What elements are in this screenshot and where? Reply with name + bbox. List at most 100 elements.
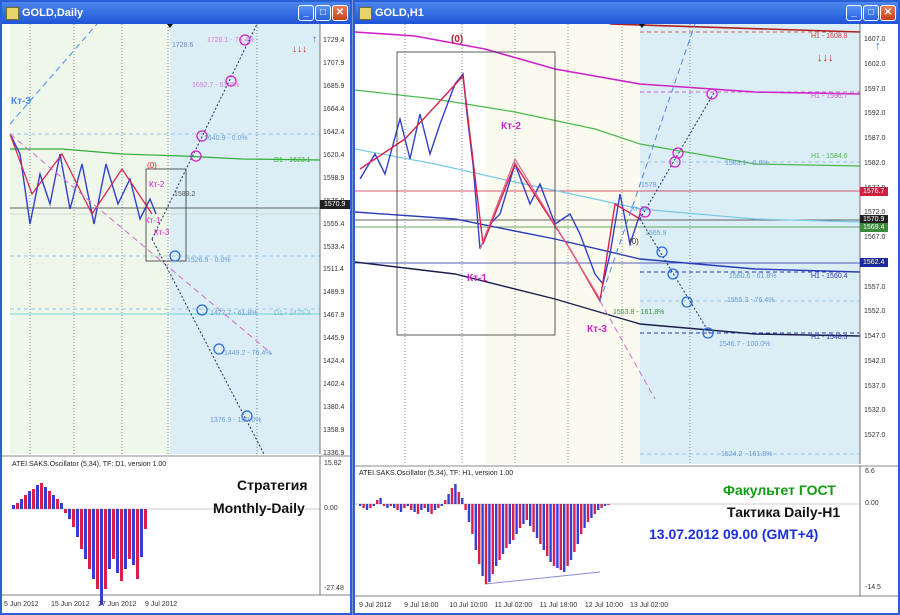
date-tick: 12 Jul 10:00 bbox=[584, 602, 623, 609]
left-titlebar[interactable]: GOLD,Daily _ □ ✕ bbox=[2, 2, 350, 24]
osc-bar bbox=[569, 504, 573, 560]
left-osc-tick-bot: -27.48 bbox=[324, 585, 344, 592]
left-level-1376: 1376.9 - 100.0% bbox=[210, 417, 262, 424]
maximize-button[interactable]: □ bbox=[315, 5, 331, 21]
osc-bar bbox=[566, 504, 569, 566]
osc-bar bbox=[559, 504, 562, 570]
osc-bar bbox=[372, 504, 375, 506]
left-osc-title: ATEI.SAKS.Oscillator (5,34), TF: D1, ver… bbox=[12, 461, 167, 468]
price-tick: 1567.0 bbox=[864, 234, 886, 241]
gold-h1-window[interactable]: GOLD,H1 _ □ ✕ 1607.0 1602.0 1597.0 1592.… bbox=[353, 0, 900, 615]
price-tick: 1555.4 bbox=[323, 220, 345, 228]
right-chart-area[interactable]: 1607.0 1602.0 1597.0 1592.0 1587.0 1582.0 1577… bbox=[355, 24, 898, 613]
osc-bar bbox=[457, 492, 460, 504]
osc-bar bbox=[607, 504, 610, 505]
minimize-button[interactable]: _ bbox=[298, 5, 314, 21]
osc-bar bbox=[365, 504, 369, 510]
osc-bar bbox=[100, 509, 103, 605]
date-tick: 9 Jul 2012 bbox=[359, 602, 392, 609]
osc-bar bbox=[464, 504, 467, 510]
osc-bar bbox=[597, 504, 600, 510]
price-tick: 1511.4 bbox=[323, 266, 344, 274]
left-wave-kt2: Кт-2 bbox=[149, 180, 165, 189]
right-osc-tick-top: 6.6 bbox=[865, 468, 875, 475]
strategy-title-line1: Стратегия bbox=[237, 477, 308, 493]
right-wave-kt1: Кт-1 bbox=[467, 273, 487, 284]
osc-bar bbox=[454, 484, 457, 504]
osc-bar bbox=[32, 489, 35, 509]
osc-bar bbox=[593, 504, 596, 514]
left-level-1726: 1726.1 - 76.4% bbox=[207, 37, 255, 44]
osc-bar bbox=[413, 504, 416, 512]
price-tick: 1598.9 bbox=[323, 174, 345, 182]
price-tick: 1592.0 bbox=[864, 110, 886, 118]
left-wave-kt3: Кт-3 bbox=[154, 228, 170, 237]
osc-bar bbox=[359, 504, 362, 506]
price-tick: 1542.0 bbox=[864, 357, 886, 365]
left-wave-kt1: Кт-1 bbox=[145, 216, 161, 225]
gold-daily-window[interactable]: GOLD,Daily _ □ ✕ 1729.4 1707.9 1685.9 16… bbox=[0, 0, 352, 615]
price-tick: 1467.9 bbox=[323, 312, 345, 320]
right-price-tag-3: 1569.4 bbox=[863, 224, 885, 231]
osc-bar bbox=[379, 498, 382, 504]
right-level-h1b: H1 - 1596.7 bbox=[811, 93, 848, 100]
right-level-h1e: H1 - 1548.3 bbox=[811, 334, 848, 341]
close-button[interactable]: ✕ bbox=[880, 5, 896, 21]
left-level-d1b: D1 - 1475.3 bbox=[274, 310, 311, 317]
osc-bar bbox=[423, 504, 426, 508]
osc-bar bbox=[108, 509, 111, 569]
osc-bar bbox=[362, 504, 365, 508]
chart-window-icon bbox=[359, 7, 372, 20]
osc-bar bbox=[552, 504, 556, 566]
osc-bar bbox=[525, 504, 528, 520]
osc-bar bbox=[393, 504, 396, 508]
left-level-1449: 1449.2 - 76.4% bbox=[224, 350, 272, 357]
right-level-1560: 1560.6 - 61.8% bbox=[729, 273, 777, 280]
left-level-1477: 1477.7 - 61.8% bbox=[210, 310, 258, 317]
caption-faculty: Факультет ГОСТ bbox=[723, 482, 836, 498]
osc-bar bbox=[467, 504, 471, 522]
osc-bar bbox=[60, 503, 63, 509]
osc-bar bbox=[427, 504, 430, 512]
date-tick: 27 Jun 2012 bbox=[98, 601, 137, 608]
price-tick: 1557.0 bbox=[864, 283, 886, 291]
right-level-1583: 1583.1 - 0.0% bbox=[725, 160, 769, 167]
osc-bar bbox=[136, 509, 139, 579]
price-tick: 1664.4 bbox=[323, 105, 345, 113]
osc-bar bbox=[573, 504, 576, 552]
osc-bar bbox=[20, 499, 23, 509]
osc-bar bbox=[549, 504, 552, 562]
price-tick: 1424.4 bbox=[323, 358, 345, 366]
osc-bar bbox=[92, 509, 95, 579]
osc-bar bbox=[140, 509, 143, 557]
maximize-button[interactable]: □ bbox=[863, 5, 879, 21]
price-tick: 1685.9 bbox=[323, 82, 345, 90]
price-tick: 1527.0 bbox=[864, 432, 886, 439]
osc-bar bbox=[518, 504, 522, 528]
right-level-1555: 1555.3 - 76.4% bbox=[727, 297, 775, 304]
osc-bar bbox=[532, 504, 535, 532]
osc-bar bbox=[481, 504, 484, 576]
caption-date: 13.07.2012 09.00 (GMT+4) bbox=[649, 526, 819, 542]
chart-window-icon bbox=[6, 7, 19, 20]
right-titlebar[interactable]: GOLD,H1 _ □ ✕ bbox=[355, 2, 898, 24]
osc-bar bbox=[430, 504, 433, 514]
price-tick: 1380.4 bbox=[323, 404, 345, 412]
right-osc-tick-mid: 0.00 bbox=[865, 500, 879, 507]
price-tick: 1642.4 bbox=[323, 128, 345, 136]
osc-bar bbox=[539, 504, 542, 544]
osc-bar bbox=[556, 504, 559, 568]
osc-bar bbox=[600, 504, 603, 508]
price-tick: 1537.0 bbox=[864, 382, 886, 390]
left-current-price: 1570.9 bbox=[324, 201, 346, 208]
left-chart-area[interactable]: 1729.4 1707.9 1685.9 1664.4 1642.4 1620.4 1598… bbox=[2, 24, 350, 613]
right-up-arrow-icon: ↑ bbox=[875, 40, 881, 52]
right-level-h1d: H1 - 1560.4 bbox=[811, 273, 848, 280]
close-button[interactable]: ✕ bbox=[332, 5, 348, 21]
osc-bar bbox=[403, 504, 406, 508]
date-tick: 11 Jul 02:00 bbox=[494, 602, 533, 609]
price-tick: 1358.9 bbox=[323, 427, 345, 435]
osc-bar bbox=[478, 504, 481, 564]
price-tick: 1489.9 bbox=[323, 289, 345, 297]
minimize-button[interactable]: _ bbox=[846, 5, 862, 21]
